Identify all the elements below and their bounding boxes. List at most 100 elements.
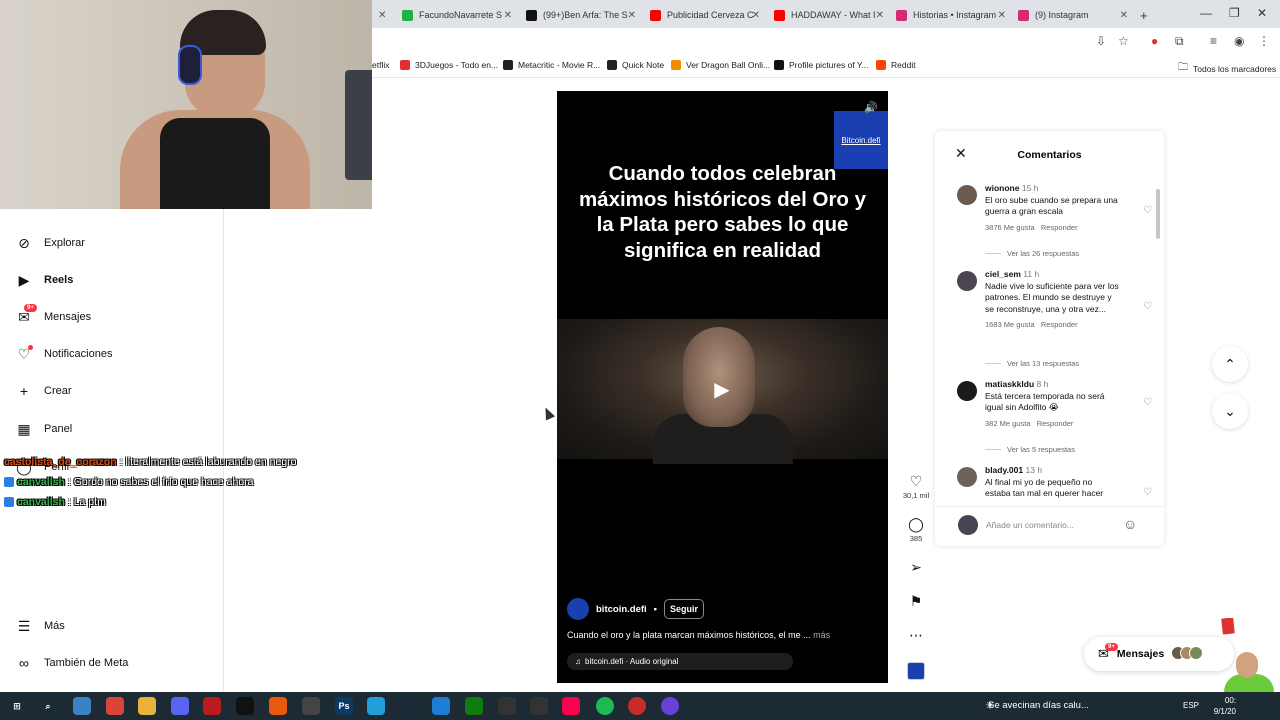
profile-icon[interactable]: ◉: [1234, 34, 1244, 48]
spotify-icon[interactable]: [596, 697, 614, 715]
epic-games-icon[interactable]: [236, 697, 254, 715]
commenter-username[interactable]: ciel_sem: [985, 269, 1021, 279]
sidebar-item-explorar[interactable]: ⊘ Explorar: [16, 235, 85, 251]
close-tab-icon[interactable]: ✕: [628, 10, 636, 21]
app-icon[interactable]: [302, 697, 320, 715]
close-tab-icon[interactable]: ✕: [1120, 10, 1128, 21]
sidebar-item-mensajes[interactable]: ✉ 9+ Mensajes: [16, 304, 91, 325]
author-name[interactable]: bitcoin.defi: [596, 604, 647, 615]
sidebar-item-notificaciones[interactable]: ♡ Notificaciones: [16, 345, 112, 362]
file-explorer-icon[interactable]: [138, 697, 156, 715]
share-action[interactable]: ➢: [900, 559, 932, 575]
emoji-icon[interactable]: ☺: [1123, 516, 1137, 532]
bookmark-item[interactable]: Metacritic - Movie R...: [503, 60, 600, 70]
windows-start-icon[interactable]: ⊞: [8, 697, 26, 715]
search-icon[interactable]: ⌕: [39, 697, 57, 715]
discord-icon[interactable]: [171, 697, 189, 715]
obs-icon[interactable]: [269, 697, 287, 715]
volume-icon[interactable]: 🔊: [864, 101, 878, 114]
comment-like-icon[interactable]: ♡: [1143, 397, 1152, 408]
bookmark-item[interactable]: etflix: [372, 60, 389, 70]
bookmark-item[interactable]: Profile pictures of Y...: [774, 60, 869, 70]
comment-input[interactable]: Añade un comentario...: [986, 520, 1074, 530]
like-action[interactable]: ♡ 30,1 mil: [900, 473, 932, 500]
close-tab-icon[interactable]: ✕: [998, 10, 1006, 21]
next-reel-button[interactable]: ⌄: [1212, 393, 1248, 429]
menu-icon[interactable]: ⋮: [1258, 34, 1270, 48]
steam-icon[interactable]: [399, 697, 417, 715]
close-window-icon[interactable]: ✕: [1257, 6, 1267, 20]
commenter-avatar[interactable]: [957, 185, 977, 205]
bookmark-item[interactable]: 3DJuegos - Todo en...: [400, 60, 498, 70]
sidebar-item-reels[interactable]: ▶ Reels: [16, 272, 74, 288]
commenter-username[interactable]: matiaskkldu: [985, 379, 1034, 389]
widgets-icon[interactable]: [73, 697, 91, 715]
comments-scrollbar[interactable]: [1156, 181, 1160, 496]
battlenet-icon[interactable]: [432, 697, 450, 715]
app-icon[interactable]: [530, 697, 548, 715]
commenter-avatar[interactable]: [957, 381, 977, 401]
photoshop-icon[interactable]: Ps: [335, 697, 353, 715]
close-tab-icon[interactable]: ✕: [876, 10, 884, 21]
bookmark-item[interactable]: Ver Dragon Ball Onli...: [671, 60, 770, 70]
app-icon[interactable]: [203, 697, 221, 715]
author-avatar[interactable]: [567, 598, 589, 620]
audio-thumbnail[interactable]: [907, 662, 925, 680]
sidebar-meta[interactable]: ∞ También de Meta: [16, 655, 128, 671]
comment-like-icon[interactable]: ♡: [1143, 301, 1152, 312]
minimize-icon[interactable]: —: [1200, 6, 1212, 20]
restore-icon[interactable]: ❐: [1229, 6, 1240, 20]
follow-button[interactable]: Seguir: [664, 599, 705, 619]
reel-video[interactable]: Bitcoin.defi 🔊 Cuando todos celebran máx…: [557, 91, 888, 683]
comment-action[interactable]: ◯ 385: [900, 516, 932, 543]
all-bookmarks[interactable]: 🗀 Todos los marcadores: [1178, 60, 1276, 77]
app-icon[interactable]: [661, 697, 679, 715]
view-replies-button[interactable]: Ver las 13 respuestas: [985, 359, 1079, 368]
taskbar-news[interactable]: Se avecinan días calu...: [988, 700, 1089, 711]
more-action[interactable]: ⋯: [900, 627, 932, 643]
sidebar-item-crear[interactable]: + Crear: [16, 383, 72, 399]
app-icon[interactable]: [628, 697, 646, 715]
commenter-username[interactable]: wionone: [985, 183, 1019, 193]
previous-reel-button[interactable]: ⌃: [1212, 346, 1248, 382]
reply-button[interactable]: Responder: [1041, 223, 1078, 232]
view-replies-button[interactable]: Ver las 26 respuestas: [985, 249, 1079, 258]
commenter-avatar[interactable]: [957, 271, 977, 291]
browser-tab[interactable]: (9) Instagram ✕: [1012, 4, 1132, 26]
tab-close-active[interactable]: ✕: [372, 4, 396, 26]
sidebar-item-panel[interactable]: ▦ Panel: [16, 421, 72, 437]
close-tab-icon[interactable]: ✕: [504, 10, 512, 21]
bookmark-item[interactable]: Quick Note: [607, 60, 664, 70]
commenter-avatar[interactable]: [957, 467, 977, 487]
bookmark-item[interactable]: Reddit: [876, 60, 916, 70]
commenter-username[interactable]: blady.001: [985, 465, 1023, 475]
reply-button[interactable]: Responder: [1041, 320, 1078, 329]
xbox-icon[interactable]: [465, 697, 483, 715]
play-icon[interactable]: ▶: [702, 369, 742, 409]
view-replies-button[interactable]: Ver las 5 respuestas: [985, 445, 1075, 454]
comment-like-icon[interactable]: ♡: [1143, 205, 1152, 216]
bookmark-star-icon[interactable]: ☆: [1118, 34, 1129, 48]
taskbar-language[interactable]: ESP: [1183, 701, 1199, 710]
install-app-icon[interactable]: ⇩: [1096, 34, 1106, 48]
taskbar-clock[interactable]: 00: 9/1/20: [1206, 695, 1236, 717]
browser-tab[interactable]: FacundoNavarrete S ✕: [396, 4, 516, 26]
save-action[interactable]: ⚑: [900, 593, 932, 609]
media-control-icon[interactable]: ≡: [1210, 34, 1217, 48]
messages-pill[interactable]: ✉ 9+ Mensajes: [1084, 637, 1234, 671]
chrome-icon[interactable]: [106, 697, 124, 715]
extension-adblock-icon[interactable]: ●: [1151, 34, 1158, 48]
reply-button[interactable]: Responder: [1037, 419, 1074, 428]
audio-pill[interactable]: ♫ bitcoin.defi · Audio original: [567, 653, 793, 670]
telegram-icon[interactable]: [367, 697, 385, 715]
caption-more-link[interactable]: más: [813, 630, 830, 640]
browser-tab[interactable]: Historias • Instagram ✕: [890, 4, 1010, 26]
sidebar-more[interactable]: ☰ Más: [16, 618, 65, 634]
new-tab-button[interactable]: +: [1134, 4, 1152, 26]
browser-tab[interactable]: HADDAWAY - What I ✕: [768, 4, 888, 26]
extensions-icon[interactable]: ⧉: [1175, 34, 1184, 49]
app-icon[interactable]: [498, 697, 516, 715]
browser-tab[interactable]: Publicidad Cerveza C ✕: [644, 4, 764, 26]
tiktok-icon[interactable]: [562, 697, 580, 715]
comment-like-icon[interactable]: ♡: [1143, 487, 1152, 498]
